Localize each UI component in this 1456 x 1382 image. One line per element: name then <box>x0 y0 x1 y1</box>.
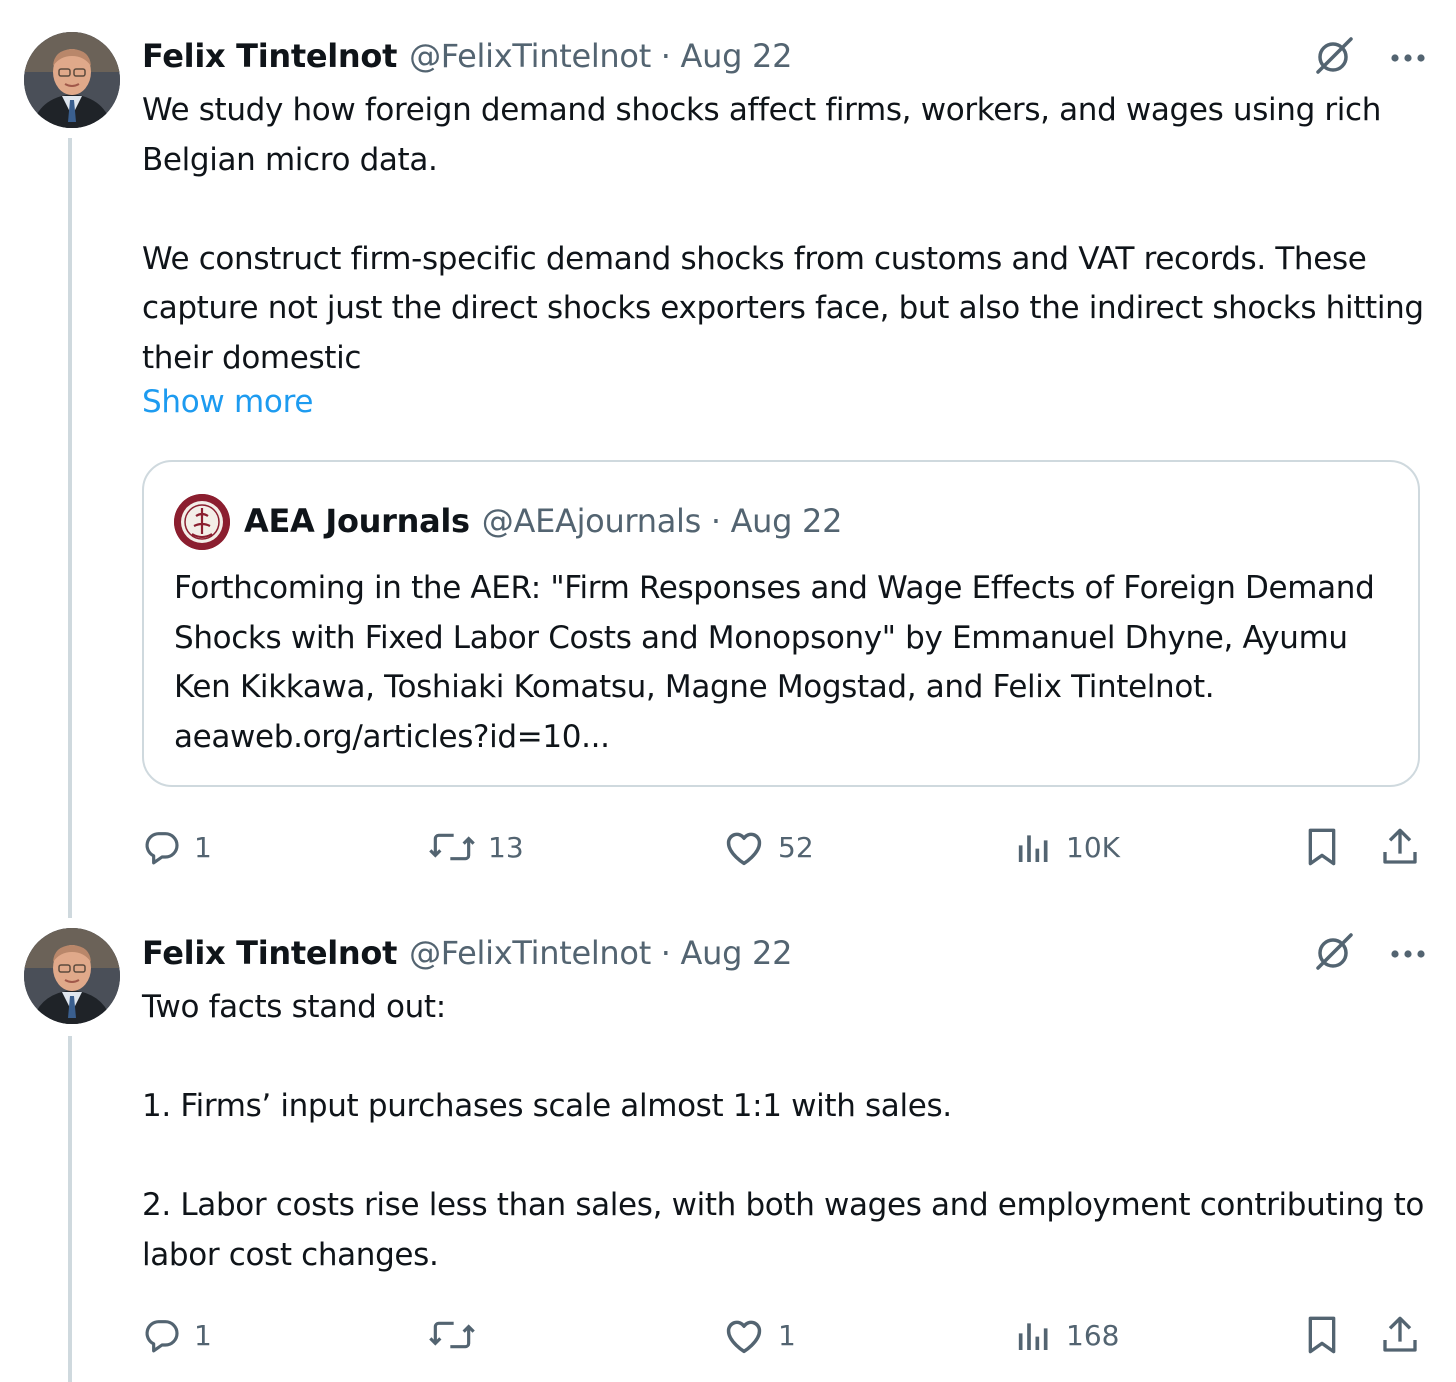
repost-button[interactable] <box>428 1310 488 1360</box>
avatar[interactable] <box>24 928 120 1024</box>
tweet-top-icons <box>1312 34 1426 82</box>
views-icon <box>1018 1323 1048 1350</box>
repost-count: 13 <box>488 830 524 864</box>
share-icon <box>1383 1316 1417 1352</box>
share-button[interactable] <box>1380 822 1420 872</box>
bookmark-button[interactable] <box>1302 1310 1342 1360</box>
quote-author-name[interactable]: AEA Journals <box>244 502 470 540</box>
reply-button[interactable]: 1 <box>142 1310 212 1360</box>
grok-icon[interactable] <box>1312 930 1356 978</box>
more-icon[interactable] <box>1390 945 1426 964</box>
author-handle-date[interactable]: @FelixTintelnot · Aug 22 <box>409 37 792 75</box>
reply-count: 1 <box>194 830 212 864</box>
like-button[interactable]: 52 <box>722 822 814 872</box>
views-count: 10K <box>1066 830 1120 864</box>
like-button[interactable]: 1 <box>722 1310 796 1360</box>
like-count: 52 <box>778 830 814 864</box>
quote-avatar <box>174 494 230 550</box>
show-more-link[interactable]: Show more <box>142 384 313 420</box>
reply-icon <box>145 832 179 865</box>
thread-line <box>68 1036 72 1382</box>
quote-text: Forthcoming in the AER: "Firm Responses … <box>174 570 1375 755</box>
views-button[interactable]: 168 <box>1014 1310 1119 1360</box>
tweet-top-icons <box>1312 930 1426 978</box>
views-count: 168 <box>1066 1318 1120 1352</box>
bookmark-button[interactable] <box>1302 822 1342 872</box>
like-icon <box>726 832 762 866</box>
bookmark-icon <box>1308 1316 1336 1354</box>
views-icon <box>1018 835 1048 862</box>
tweet[interactable]: Felix Tintelnot @FelixTintelnot · Aug 22… <box>0 0 1456 910</box>
author-name[interactable]: Felix Tintelnot <box>142 934 397 972</box>
more-icon[interactable] <box>1390 49 1426 68</box>
repost-icon <box>429 1321 475 1349</box>
author-handle-date[interactable]: @FelixTintelnot · Aug 22 <box>409 934 792 972</box>
tweet-text: We study how foreign demand shocks affec… <box>142 92 1424 376</box>
repost-icon <box>429 833 475 861</box>
quote-header: AEA Journals @AEAjournals · Aug 22 <box>244 502 842 540</box>
quoted-tweet[interactable]: AEA Journals @AEAjournals · Aug 22 Forth… <box>142 460 1420 787</box>
grok-icon[interactable] <box>1312 34 1356 82</box>
tweet-header: Felix Tintelnot @FelixTintelnot · Aug 22 <box>142 34 792 78</box>
reply-count: 1 <box>194 1318 212 1352</box>
reply-button[interactable]: 1 <box>142 822 212 872</box>
like-count: 1 <box>778 1318 796 1352</box>
share-icon <box>1383 828 1417 864</box>
bookmark-icon <box>1308 828 1336 866</box>
tweet-text: Two facts stand out: 1. Firms’ input pur… <box>142 989 1425 1273</box>
like-icon <box>726 1320 762 1354</box>
share-button[interactable] <box>1380 1310 1420 1360</box>
quote-author-handle-date[interactable]: @AEAjournals · Aug 22 <box>482 502 843 540</box>
views-button[interactable]: 10K <box>1014 822 1120 872</box>
avatar[interactable] <box>24 32 120 128</box>
tweet-actions: 1 1 168 <box>142 1310 1432 1360</box>
tweet-actions: 1 13 52 10K <box>142 822 1432 872</box>
reply-icon <box>145 1320 179 1353</box>
author-name[interactable]: Felix Tintelnot <box>142 37 397 75</box>
repost-button[interactable]: 13 <box>428 822 524 872</box>
tweet-header: Felix Tintelnot @FelixTintelnot · Aug 22 <box>142 931 792 975</box>
